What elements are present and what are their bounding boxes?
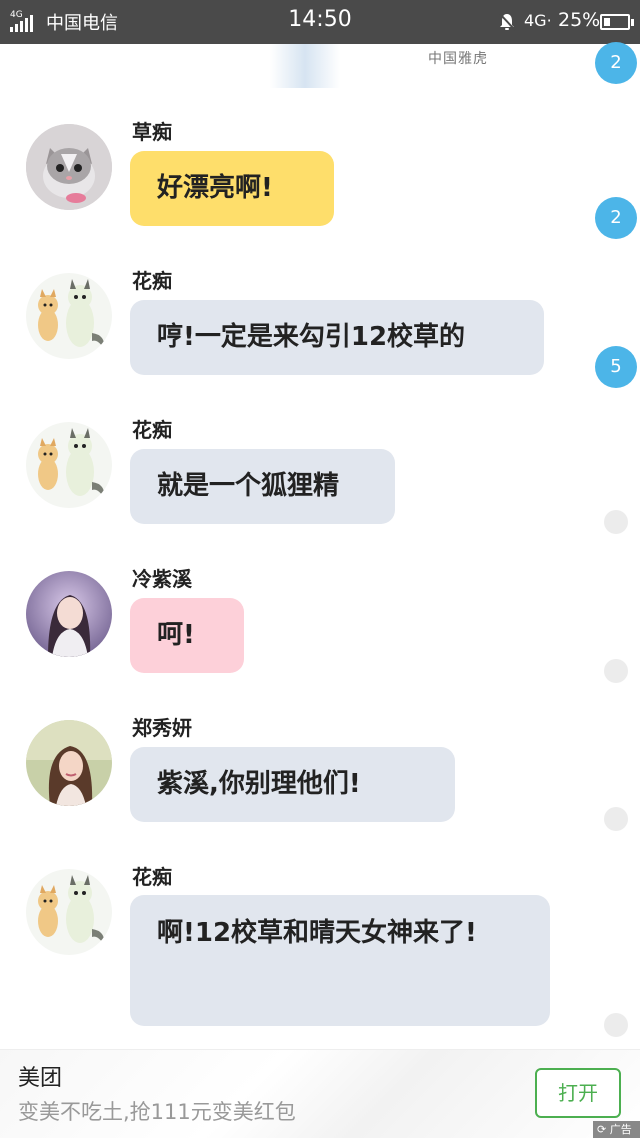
sender-name: 草痴: [132, 120, 172, 144]
sender-name: 花痴: [132, 269, 172, 293]
sender-name: 花痴: [132, 865, 172, 889]
sender-name: 花痴: [132, 418, 172, 442]
network-indicator: 4G·: [524, 11, 552, 30]
banner-logo-text: 中国雅虎: [428, 51, 488, 67]
read-dot: [604, 807, 628, 831]
battery-icon: [600, 14, 634, 30]
woman-photo-avatar-icon[interactable]: [26, 720, 112, 806]
read-dot: [604, 1013, 628, 1037]
message-bubble[interactable]: 哼!一定是来勾引12校草的: [130, 300, 544, 375]
kitten-avatar-icon[interactable]: [26, 124, 112, 210]
banner-glow: [270, 44, 340, 88]
ad-description: 变美不吃土,抢111元变美红包: [18, 1100, 296, 1124]
message-bubble[interactable]: 呵!: [130, 598, 244, 673]
ad-label-text: 广告: [609, 1123, 632, 1136]
read-dot: [604, 659, 628, 683]
message-bubble[interactable]: 啊!12校草和晴天女神来了!: [130, 895, 550, 1026]
message-bubble[interactable]: 就是一个狐狸精: [130, 449, 395, 524]
ad-label: ⟳ 广告: [593, 1121, 640, 1138]
ad-title: 美团: [18, 1066, 63, 1091]
status-bar: 4G 中国电信 14:50 4G· 25%: [0, 0, 640, 44]
unread-badge[interactable]: 2: [595, 42, 637, 84]
read-dot: [604, 510, 628, 534]
sender-name: 郑秀妍: [132, 716, 192, 740]
message-bubble[interactable]: 紫溪,你别理他们!: [130, 747, 455, 822]
sender-name: 冷紫溪: [132, 567, 192, 591]
cat-dog-cartoon-avatar-icon[interactable]: [26, 422, 112, 508]
message-bubble[interactable]: 好漂亮啊!: [130, 151, 334, 226]
unread-badge[interactable]: 5: [595, 346, 637, 388]
battery-percent: 25%: [558, 9, 601, 31]
ad-banner[interactable]: 美团 变美不吃土,抢111元变美红包 打开 ⟳ 广告: [0, 1049, 640, 1138]
cat-dog-cartoon-avatar-icon[interactable]: [26, 273, 112, 359]
open-button[interactable]: 打开: [535, 1068, 621, 1118]
unread-badge[interactable]: 2: [595, 197, 637, 239]
top-banner: 中国雅虎: [270, 44, 580, 88]
cat-dog-cartoon-avatar-icon[interactable]: [26, 869, 112, 955]
mute-bell-icon: [499, 13, 516, 31]
girl-photo-avatar-icon[interactable]: [26, 571, 112, 657]
